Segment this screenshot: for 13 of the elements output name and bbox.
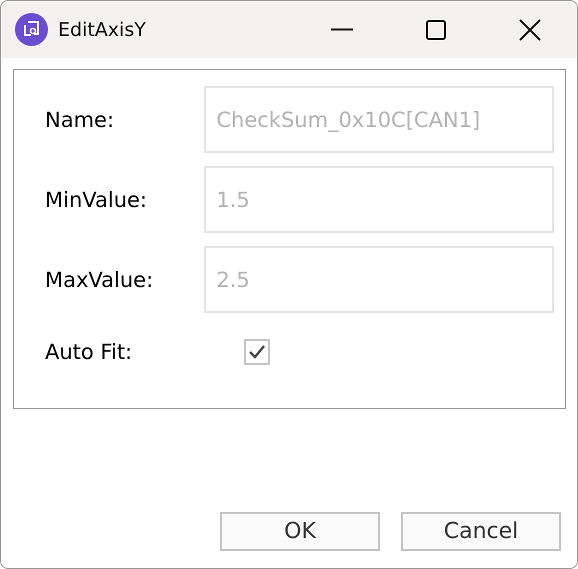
checkbox[interactable]	[244, 339, 270, 365]
maximize-icon[interactable]	[426, 20, 446, 40]
minimize-icon[interactable]	[331, 28, 353, 31]
field-label: MaxValue:	[45, 268, 154, 292]
window-title: EditAxisY	[58, 18, 147, 40]
field-label: Name:	[45, 108, 116, 132]
checkmark-icon	[248, 344, 266, 360]
ok-button[interactable]: OK	[220, 512, 380, 551]
cancel-button[interactable]: Cancel	[401, 512, 561, 551]
checkbox-label: Auto Fit:	[45, 340, 134, 364]
app-icon	[15, 13, 48, 46]
close-icon[interactable]	[519, 18, 541, 40]
field-label: MinValue:	[45, 188, 148, 212]
